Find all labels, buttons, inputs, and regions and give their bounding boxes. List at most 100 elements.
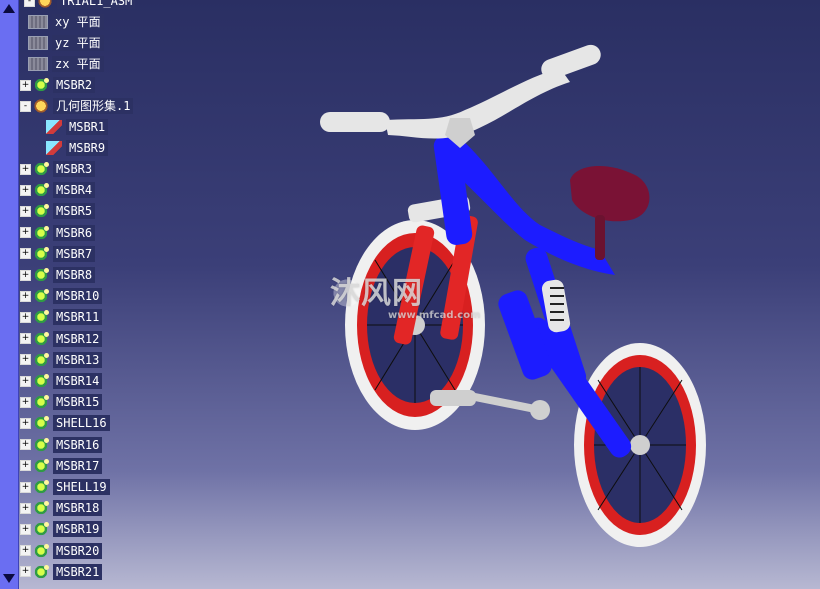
part-label: MSBR13 [53, 351, 103, 368]
geometry-set-label: 几何图形集.1 [53, 98, 134, 114]
part-label: MSBR14 [53, 373, 103, 389]
tree-part-item[interactable]: + MSBR8 [20, 266, 96, 284]
expand-toggle[interactable]: + [20, 333, 31, 345]
expand-toggle[interactable]: + [20, 163, 31, 175]
part-label: MSBR5 [53, 203, 96, 220]
expand-toggle[interactable]: + [20, 396, 31, 408]
expand-toggle[interactable]: + [20, 354, 31, 366]
tree-part-item[interactable]: + MSBR20 [20, 542, 103, 560]
part-label: MSBR21 [53, 563, 103, 580]
part-label: MSBR20 [53, 542, 103, 559]
part-icon [33, 458, 49, 473]
part-icon [33, 331, 49, 346]
expand-toggle[interactable]: + [20, 311, 31, 323]
tree-plane-yz[interactable]: yz 平面 [28, 34, 104, 52]
tree-part-item[interactable]: + MSBR16 [20, 436, 103, 454]
tree-part-item[interactable]: + MSBR13 [20, 351, 103, 369]
expand-toggle[interactable]: + [20, 439, 31, 451]
tree-geometry-set[interactable]: - 几何图形集.1 [20, 97, 134, 115]
part-icon [33, 374, 49, 388]
tree-scrollbar[interactable] [0, 0, 19, 589]
watermark-url: www.mfcad.com [388, 310, 481, 321]
expand-toggle[interactable]: - [20, 100, 31, 112]
part-label: MSBR4 [53, 182, 96, 199]
scroll-down-arrow[interactable] [3, 574, 15, 583]
expand-toggle[interactable]: + [20, 184, 31, 196]
scroll-up-arrow[interactable] [3, 4, 15, 13]
tree-part-item[interactable]: + MSBR3 [20, 160, 96, 178]
3d-viewport[interactable]: - TRIAL1_ASM xy 平面 yz 平面 zx 平面 + MSBR2 -… [0, 0, 820, 589]
tree-root-label: TRIAL1_ASM [57, 0, 136, 9]
part-label: MSBR10 [53, 288, 103, 305]
part-icon [33, 480, 49, 494]
part-label: MSBR6 [53, 224, 96, 241]
tree-part-item[interactable]: + MSBR5 [20, 202, 96, 220]
tree-part-item[interactable]: + MSBR6 [20, 224, 96, 242]
tree-part-item[interactable]: + MSBR18 [20, 499, 103, 517]
part-label: MSBR8 [53, 267, 96, 283]
tree-part-item[interactable]: + SHELL16 [20, 414, 110, 432]
part-label: MSBR3 [53, 161, 96, 177]
geometry-set-icon [33, 99, 49, 113]
part-label: MSBR7 [53, 245, 96, 262]
expand-toggle[interactable]: + [20, 481, 31, 493]
tree-root[interactable]: - TRIAL1_ASM [24, 0, 136, 10]
expand-toggle[interactable]: + [20, 502, 31, 514]
tree-plane-xy[interactable]: xy 平面 [28, 13, 104, 31]
tree-part-item[interactable]: + MSBR4 [20, 181, 96, 199]
expand-toggle[interactable]: + [20, 269, 31, 281]
expand-toggle[interactable]: - [24, 0, 35, 7]
tree-part-item[interactable]: + MSBR21 [20, 563, 103, 581]
part-icon [33, 204, 49, 219]
expand-toggle[interactable]: + [20, 545, 31, 557]
surface-icon [46, 141, 62, 155]
tree-part-item[interactable]: + MSBR15 [20, 393, 103, 411]
tree-part-item[interactable]: + MSBR14 [20, 372, 103, 390]
expand-toggle[interactable]: + [20, 79, 31, 91]
expand-toggle[interactable]: + [20, 375, 31, 387]
handlebar[interactable] [320, 42, 604, 148]
expand-toggle[interactable]: + [20, 248, 31, 260]
part-label: MSBR16 [53, 436, 103, 453]
part-icon [33, 437, 49, 452]
surface-label: MSBR9 [66, 140, 109, 156]
plane-label: yz 平面 [52, 35, 104, 51]
part-icon [33, 416, 49, 431]
expand-toggle[interactable]: + [20, 205, 31, 217]
plane-icon [28, 15, 48, 29]
part-icon [33, 268, 49, 282]
part-icon [33, 183, 49, 198]
expand-toggle[interactable]: + [20, 460, 31, 472]
tree-part-item[interactable]: + MSBR7 [20, 245, 96, 263]
expand-toggle[interactable]: + [20, 290, 31, 302]
tree-surface-msbr1[interactable]: MSBR1 [46, 118, 109, 136]
part-label: SHELL16 [53, 415, 110, 432]
part-label: SHELL19 [53, 479, 110, 495]
part-icon [33, 289, 49, 304]
tree-plane-zx[interactable]: zx 平面 [28, 55, 104, 73]
tree-part-item[interactable]: + MSBR11 [20, 308, 103, 326]
part-icon [33, 564, 49, 579]
part-icon [33, 78, 49, 92]
tree-part-item[interactable]: + MSBR17 [20, 457, 103, 475]
tree-surface-msbr9[interactable]: MSBR9 [46, 139, 109, 157]
expand-toggle[interactable]: + [20, 417, 31, 429]
plane-icon [28, 36, 48, 50]
part-label: MSBR12 [53, 330, 103, 347]
part-icon [33, 395, 49, 410]
expand-toggle[interactable]: + [20, 566, 31, 578]
expand-toggle[interactable]: + [20, 523, 31, 535]
part-icon [33, 225, 49, 240]
part-icon [33, 352, 49, 367]
part-label: MSBR18 [53, 500, 103, 517]
tree-part-item[interactable]: + SHELL19 [20, 478, 110, 496]
tree-part-msbr2[interactable]: + MSBR2 [20, 76, 96, 94]
tree-part-item[interactable]: + MSBR10 [20, 287, 103, 305]
tree-part-item[interactable]: + MSBR12 [20, 330, 103, 348]
surface-icon [46, 120, 62, 134]
surface-label: MSBR1 [66, 119, 109, 135]
expand-toggle[interactable]: + [20, 227, 31, 239]
rear-wheel[interactable] [574, 343, 706, 547]
tree-part-item[interactable]: + MSBR19 [20, 520, 103, 538]
part-icon [33, 246, 49, 261]
